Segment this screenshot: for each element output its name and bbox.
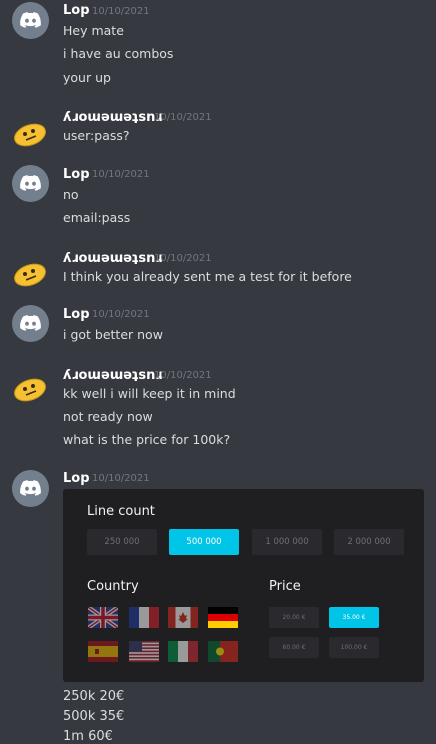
user-avatar[interactable]	[12, 116, 49, 153]
discord-logo-icon	[20, 480, 41, 496]
message-text: user:pass?	[63, 128, 130, 143]
germany-flag-icon[interactable]	[208, 607, 238, 628]
spain-flag-icon[interactable]	[88, 641, 118, 662]
author-name[interactable]: ʎɹoɯǝɯǝʇsnɹ	[63, 110, 162, 125]
message-text: i have au combos	[63, 46, 174, 61]
italy-flag-icon[interactable]	[168, 641, 198, 662]
message-text: 250k 20€	[63, 689, 125, 704]
line-count-option[interactable]: 1 000 000	[252, 529, 322, 555]
message-text: I think you already sent me a test for i…	[63, 269, 352, 284]
author-name[interactable]: ʎɹoɯǝɯǝʇsnɹ	[63, 251, 162, 266]
timestamp: 10/10/2021	[154, 112, 212, 123]
uk-flag-icon[interactable]	[88, 607, 118, 628]
message-text: Hey mate	[63, 23, 124, 38]
price-option[interactable]: 20.00 €	[269, 607, 319, 628]
canada-flag-icon[interactable]	[168, 607, 198, 628]
timestamp: 10/10/2021	[92, 6, 150, 17]
price-title: Price	[269, 579, 301, 594]
timestamp: 10/10/2021	[154, 253, 212, 264]
discord-logo-icon	[20, 315, 41, 331]
message-text: no	[63, 187, 79, 202]
country-title: Country	[87, 579, 139, 594]
message-text: i got better now	[63, 327, 163, 342]
message-text: kk well i will keep it in mind	[63, 386, 236, 401]
line-count-option-selected[interactable]: 500 000	[169, 529, 239, 555]
author-name[interactable]: Lop	[63, 3, 90, 18]
message-text: not ready now	[63, 409, 153, 424]
message-text: your up	[63, 70, 111, 85]
usa-flag-icon[interactable]	[129, 641, 159, 662]
price-option-selected[interactable]: 35.00 €	[329, 607, 379, 628]
user-avatar[interactable]	[12, 371, 49, 408]
author-name[interactable]: Lop	[63, 307, 90, 322]
price-option[interactable]: 100.00 €	[329, 637, 379, 658]
timestamp: 10/10/2021	[92, 473, 150, 484]
line-count-option[interactable]: 250 000	[87, 529, 157, 555]
user-avatar[interactable]	[12, 256, 49, 293]
author-name[interactable]: Lop	[63, 167, 90, 182]
line-count-title: Line count	[87, 504, 155, 519]
discord-avatar[interactable]	[12, 165, 49, 202]
discord-logo-icon	[20, 175, 41, 191]
timestamp: 10/10/2021	[92, 169, 150, 180]
football-avatar-icon	[14, 263, 46, 287]
author-name[interactable]: ʎɹoɯǝɯǝʇsnɹ	[63, 368, 162, 383]
price-option[interactable]: 60.00 €	[269, 637, 319, 658]
timestamp: 10/10/2021	[92, 309, 150, 320]
attached-image[interactable]: Line count 250 000 500 000 1 000 000 2 0…	[63, 489, 424, 682]
football-avatar-icon	[14, 123, 46, 147]
discord-logo-icon	[20, 12, 41, 28]
football-avatar-icon	[14, 378, 46, 402]
timestamp: 10/10/2021	[154, 370, 212, 381]
discord-avatar[interactable]	[12, 2, 49, 39]
france-flag-icon[interactable]	[129, 607, 159, 628]
discord-avatar[interactable]	[12, 470, 49, 507]
discord-avatar[interactable]	[12, 305, 49, 342]
line-count-option[interactable]: 2 000 000	[334, 529, 404, 555]
message-text: email:pass	[63, 210, 131, 225]
portugal-flag-icon[interactable]	[208, 641, 238, 662]
author-name[interactable]: Lop	[63, 471, 90, 486]
message-text: 500k 35€	[63, 709, 125, 724]
message-text: what is the price for 100k?	[63, 432, 231, 447]
